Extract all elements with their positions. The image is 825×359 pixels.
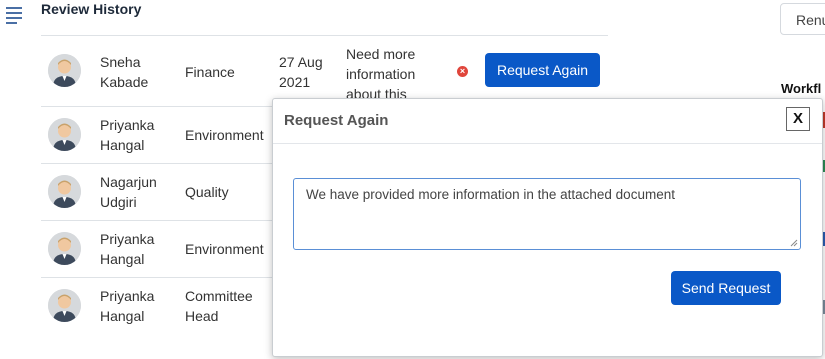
avatar [48, 232, 81, 265]
reviewer-name: Priyanka Hangal [100, 117, 155, 153]
request-again-modal: Request Again X We have provided more in… [272, 98, 823, 357]
send-request-button[interactable]: Send Request [671, 271, 781, 305]
reviewer-name: Priyanka Hangal [100, 231, 155, 267]
department: Quality [185, 184, 229, 200]
resize-grip-icon[interactable] [790, 239, 798, 247]
department: Committee Head [185, 288, 253, 324]
avatar [48, 289, 81, 322]
avatar [48, 175, 81, 208]
workflow-label: Workfl [781, 81, 822, 96]
modal-header: Request Again X [273, 99, 822, 144]
review-comment: Need more information about this [346, 46, 416, 102]
reviewer-name: Priyanka Hangal [100, 288, 155, 324]
top-right-button[interactable]: Renu [780, 3, 825, 35]
message-text: We have provided more information in the… [306, 187, 675, 202]
request-again-button[interactable]: Request Again [485, 53, 600, 87]
avatar [48, 54, 81, 87]
department: Environment [185, 127, 264, 143]
rejected-status-icon: × [457, 66, 468, 77]
department: Environment [185, 241, 264, 257]
hamburger-menu-icon[interactable] [6, 7, 22, 27]
reviewer-name: Nagarjun Udgiri [100, 174, 157, 210]
avatar [48, 118, 81, 151]
department: Finance [185, 64, 235, 80]
section-title: Review History [41, 1, 142, 17]
close-button[interactable]: X [786, 107, 810, 131]
reviewer-name: Sneha Kabade [100, 54, 149, 90]
review-date: 27 Aug 2021 [279, 54, 323, 90]
message-textarea[interactable]: We have provided more information in the… [293, 178, 801, 250]
table-row: Sneha Kabade Finance 27 Aug 2021 Need more… [41, 36, 608, 107]
modal-title: Request Again [284, 112, 389, 129]
